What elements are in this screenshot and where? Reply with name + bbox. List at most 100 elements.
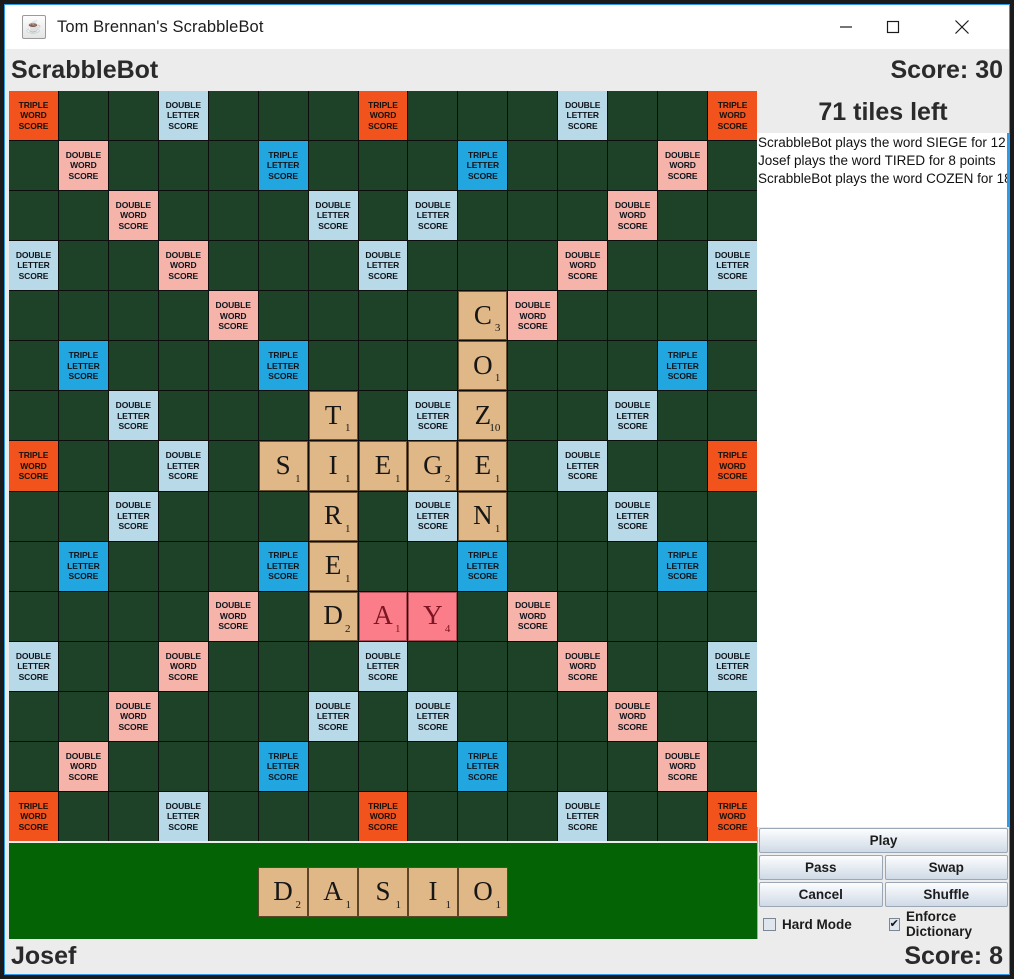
board-cell[interactable] [208, 791, 258, 841]
board-tile[interactable]: D2 [308, 591, 358, 641]
board-cell[interactable]: TRIPLE WORD SCORE [708, 441, 757, 491]
board-cell[interactable]: DOUBLE WORD SCORE [158, 641, 208, 691]
board-cell[interactable]: TRIPLE WORD SCORE [708, 791, 757, 841]
board-cell[interactable] [358, 691, 408, 741]
board-cell[interactable] [58, 591, 108, 641]
board-cell[interactable]: TRIPLE LETTER SCORE [258, 541, 308, 591]
board-cell[interactable] [558, 191, 608, 241]
board-cell[interactable] [408, 741, 458, 791]
board-cell[interactable] [158, 541, 208, 591]
board-cell[interactable] [458, 91, 508, 141]
board-cell[interactable] [408, 641, 458, 691]
board-cell[interactable]: DOUBLELETTERSCORET1 [308, 391, 358, 441]
board-cell[interactable] [208, 241, 258, 291]
board-tile[interactable]: Y4 [408, 591, 458, 641]
board-cell[interactable]: DOUBLE WORD SCORE [608, 691, 658, 741]
board-cell[interactable] [558, 391, 608, 441]
board-cell[interactable] [608, 441, 658, 491]
board-cell[interactable] [508, 641, 558, 691]
board-cell[interactable] [208, 441, 258, 491]
board-cell[interactable] [258, 641, 308, 691]
board-cell[interactable]: TRIPLE WORD SCORE [708, 91, 757, 141]
board-cell[interactable] [608, 291, 658, 341]
board-cell[interactable] [308, 241, 358, 291]
board-tile[interactable]: E1 [358, 441, 408, 491]
board-cell[interactable]: TRIPLE LETTER SCORE [58, 341, 108, 391]
board-cell[interactable] [658, 791, 708, 841]
board-tile[interactable]: G2 [408, 441, 458, 491]
board-cell[interactable]: DOUBLE LETTER SCORE [158, 91, 208, 141]
board-cell[interactable] [508, 441, 558, 491]
board-cell[interactable]: DOUBLE WORD SCORE [608, 191, 658, 241]
board-cell[interactable] [708, 291, 757, 341]
board-cell[interactable] [258, 191, 308, 241]
board-cell[interactable]: DOUBLE LETTER SCORE [158, 791, 208, 841]
board-cell[interactable] [9, 291, 58, 341]
board-cell[interactable] [58, 291, 108, 341]
board-cell[interactable] [608, 341, 658, 391]
board-cell[interactable] [108, 641, 158, 691]
board-cell[interactable] [358, 191, 408, 241]
board-cell[interactable] [158, 741, 208, 791]
board-cell[interactable] [108, 291, 158, 341]
play-button[interactable]: Play [759, 828, 1008, 853]
board-cell[interactable]: TRIPLE LETTER SCORE [458, 741, 508, 791]
board-cell[interactable]: DOUBLE LETTER SCORE [558, 791, 608, 841]
board-cell[interactable] [658, 691, 708, 741]
board-cell[interactable]: DOUBLE LETTER SCORE [9, 641, 58, 691]
board-cell[interactable] [58, 241, 108, 291]
board-cell[interactable] [408, 291, 458, 341]
board-cell[interactable] [508, 241, 558, 291]
board-cell[interactable] [258, 391, 308, 441]
board-cell[interactable] [408, 91, 458, 141]
rack-tile[interactable]: O1 [458, 867, 508, 917]
board-cell[interactable]: DOUBLE LETTER SCORE [408, 691, 458, 741]
board-cell[interactable] [608, 91, 658, 141]
board-cell[interactable]: DOUBLE LETTER SCORE [9, 241, 58, 291]
rack-tile[interactable]: I1 [408, 867, 458, 917]
board-cell[interactable] [658, 641, 708, 691]
board-cell[interactable] [158, 591, 208, 641]
board-cell[interactable] [658, 491, 708, 541]
board-cell[interactable] [658, 291, 708, 341]
board-cell[interactable] [258, 591, 308, 641]
board-cell[interactable]: DOUBLE LETTER SCORE [558, 91, 608, 141]
board-cell[interactable] [58, 191, 108, 241]
board-cell[interactable] [308, 141, 358, 191]
board-cell[interactable] [608, 791, 658, 841]
board-cell[interactable]: TRIPLE LETTER SCORE [258, 341, 308, 391]
board-cell[interactable] [58, 791, 108, 841]
board-cell[interactable] [9, 391, 58, 441]
board-cell[interactable]: DOUBLE WORD SCORE [558, 641, 608, 691]
board-cell[interactable] [558, 291, 608, 341]
board-cell[interactable]: TRIPLE WORD SCORE [9, 441, 58, 491]
board-cell[interactable] [458, 241, 508, 291]
board-tile[interactable]: R1 [308, 491, 358, 541]
board-cell[interactable]: DOUBLE LETTER SCORE [308, 191, 358, 241]
tile-rack[interactable]: D2A1S1I1O1 [9, 843, 757, 941]
board-cell[interactable] [358, 391, 408, 441]
scrabble-board[interactable]: TRIPLE WORD SCORE DOUBLE LETTER SCORE TRIPLE WO… [9, 91, 757, 841]
board-cell[interactable] [108, 141, 158, 191]
board-cell[interactable] [708, 491, 757, 541]
board-cell[interactable] [108, 741, 158, 791]
rack-tile[interactable]: A1 [308, 867, 358, 917]
board-cell[interactable] [9, 591, 58, 641]
board-cell[interactable] [158, 491, 208, 541]
board-cell[interactable] [208, 741, 258, 791]
board-cell[interactable]: TRIPLE LETTER SCORE [458, 541, 508, 591]
board-cell[interactable]: D2 [308, 591, 358, 641]
board-tile[interactable]: O1 [458, 341, 508, 391]
board-cell[interactable] [9, 191, 58, 241]
board-cell[interactable] [208, 141, 258, 191]
board-cell[interactable] [208, 491, 258, 541]
board-cell[interactable] [458, 591, 508, 641]
board-cell[interactable] [408, 141, 458, 191]
board-cell[interactable]: TRIPLE LETTER SCORE [658, 341, 708, 391]
board-cell[interactable] [408, 241, 458, 291]
board-cell[interactable] [9, 341, 58, 391]
board-cell[interactable] [58, 91, 108, 141]
board-cell[interactable] [258, 291, 308, 341]
board-cell[interactable]: DOUBLE WORD SCORE [58, 741, 108, 791]
board-cell[interactable] [158, 341, 208, 391]
